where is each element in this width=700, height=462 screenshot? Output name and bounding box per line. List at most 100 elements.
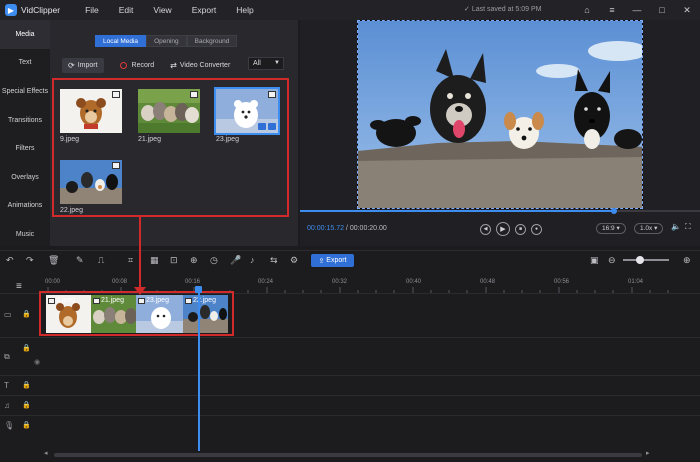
convert-icon: ⇄ bbox=[170, 60, 177, 70]
ruler-label: 00:56 bbox=[554, 279, 570, 285]
media-item[interactable]: 21.jpeg bbox=[138, 89, 200, 143]
crop-icon[interactable]: ⌗ bbox=[128, 255, 133, 266]
aspect-ratio-select[interactable]: 16:9 ▾ bbox=[596, 223, 626, 234]
ruler-label: 00:40 bbox=[406, 279, 422, 285]
volume-icon[interactable]: 🔈 bbox=[671, 222, 681, 231]
menu-export[interactable]: Export bbox=[192, 5, 217, 15]
play-icon[interactable]: ▶ bbox=[496, 222, 510, 236]
delete-icon[interactable]: 🗑 bbox=[48, 255, 59, 266]
import-icon: ⟳ bbox=[68, 60, 75, 70]
duration-icon[interactable]: ◷ bbox=[210, 255, 218, 266]
nav-music[interactable]: Music bbox=[0, 220, 50, 249]
visibility-icon[interactable]: ◉ bbox=[34, 358, 40, 366]
media-panel: Local Media Opening Background ⟳ Import … bbox=[50, 20, 298, 246]
audio-icon[interactable]: ♪ bbox=[250, 255, 255, 265]
nav-text[interactable]: Text bbox=[0, 49, 50, 78]
menu-icon[interactable]: ≡ bbox=[605, 3, 619, 17]
import-button[interactable]: ⟳ Import bbox=[62, 57, 104, 73]
nav-special-effects[interactable]: Special Effects bbox=[0, 77, 50, 106]
current-time: 00:00:15.72 bbox=[307, 225, 344, 232]
timeline-horizontal-scrollbar[interactable] bbox=[54, 453, 642, 457]
music-track: ♫ 🔒 bbox=[0, 395, 700, 415]
settings-icon[interactable]: ⚙ bbox=[290, 255, 298, 266]
timeline-zoom-handle[interactable] bbox=[636, 256, 644, 264]
tab-opening[interactable]: Opening bbox=[146, 35, 187, 47]
next-frame-icon[interactable]: ● bbox=[531, 223, 542, 235]
ruler-label: 00:00 bbox=[45, 279, 61, 285]
video-converter-button[interactable]: ⇄ Video Converter bbox=[170, 61, 230, 70]
media-item[interactable]: 22.jpeg bbox=[60, 160, 122, 214]
mosaic-icon[interactable]: ▦ bbox=[150, 255, 159, 266]
scroll-left-icon[interactable]: ◂ bbox=[44, 449, 48, 457]
app-logo-icon: ▶ bbox=[5, 4, 17, 16]
media-item[interactable]: 9.jpeg bbox=[60, 89, 122, 143]
minimize-icon[interactable]: — bbox=[630, 3, 644, 17]
preview-panel: 00:00:15.72 / 00:00:20.00 ◀ ▶ ■ ● 16:9 ▾… bbox=[300, 20, 700, 246]
playback-time: 00:00:15.72 / 00:00:20.00 bbox=[307, 225, 387, 232]
playback-controls: ◀ ▶ ■ ● bbox=[480, 222, 547, 236]
tab-local-media[interactable]: Local Media bbox=[95, 35, 147, 47]
menu-edit[interactable]: Edit bbox=[119, 5, 134, 15]
chevron-down-icon: ▾ bbox=[654, 225, 658, 232]
ruler-label: 01:04 bbox=[628, 279, 644, 285]
close-icon[interactable]: ✕ bbox=[680, 3, 694, 17]
lock-icon[interactable]: 🔒 bbox=[22, 310, 31, 318]
media-item-name: 22.jpeg bbox=[60, 207, 83, 214]
playback-progress-fill bbox=[300, 210, 615, 212]
media-filter-select[interactable]: All ▼ bbox=[248, 57, 284, 70]
microphone-icon[interactable]: 🎤 bbox=[230, 255, 241, 266]
preview-canvas[interactable] bbox=[357, 20, 643, 209]
lock-icon[interactable]: 🔒 bbox=[22, 344, 31, 352]
playhead-handle[interactable] bbox=[195, 286, 202, 293]
image-type-icon bbox=[112, 91, 120, 98]
maximize-icon[interactable]: □ bbox=[655, 3, 669, 17]
record-button[interactable]: Record bbox=[119, 61, 154, 69]
previous-frame-icon[interactable]: ◀ bbox=[480, 223, 491, 235]
app-title: VidClipper bbox=[21, 5, 61, 15]
nav-animations[interactable]: Animations bbox=[0, 192, 50, 221]
menu-file[interactable]: File bbox=[85, 5, 99, 15]
overlay-track-icon: ⧉ bbox=[4, 352, 10, 361]
zoom-out-icon[interactable]: ⊖ bbox=[608, 255, 616, 266]
undo-icon[interactable]: ↶ bbox=[6, 255, 14, 266]
nav-overlays[interactable]: Overlays bbox=[0, 163, 50, 192]
fullscreen-icon[interactable]: ⛶ bbox=[685, 222, 691, 232]
playback-progress-bar[interactable] bbox=[300, 208, 700, 214]
image-type-icon bbox=[190, 91, 198, 98]
nav-transitions[interactable]: Transitions bbox=[0, 106, 50, 135]
redo-icon[interactable]: ↷ bbox=[26, 255, 34, 266]
chevron-down-icon: ▼ bbox=[274, 60, 280, 66]
menu-view[interactable]: View bbox=[153, 5, 171, 15]
timeline-toolbar: ↶ ↷ 🗑 ✎ ⎍ ⌗ ▦ ⊡ ⊕ ◷ 🎤 ♪ ⇆ ⚙ ⇪ Export ▣ ⊖… bbox=[0, 250, 700, 270]
nav-filters[interactable]: Filters bbox=[0, 134, 50, 163]
lock-icon[interactable]: 🔒 bbox=[22, 381, 31, 389]
video-track-icon: ▭ bbox=[4, 310, 12, 319]
zoom-in-icon[interactable]: ⊕ bbox=[683, 255, 691, 266]
tab-background[interactable]: Background bbox=[186, 35, 238, 47]
split-icon[interactable]: ⎍ bbox=[98, 255, 104, 266]
ruler-label: 00:32 bbox=[332, 279, 348, 285]
stop-icon[interactable]: ■ bbox=[515, 223, 526, 235]
nav-media[interactable]: Media bbox=[0, 20, 50, 49]
ruler-label: 00:16 bbox=[185, 279, 201, 285]
media-item-selected[interactable]: 23.jpeg bbox=[214, 87, 280, 143]
export-button[interactable]: ⇪ Export bbox=[311, 254, 354, 267]
snapshot-icon[interactable]: ▣ bbox=[590, 255, 599, 266]
speed-select[interactable]: 1.0x ▾ bbox=[634, 223, 664, 234]
timeline-playhead[interactable] bbox=[198, 286, 200, 451]
export-icon: ⇪ bbox=[318, 257, 327, 265]
lock-icon[interactable]: 🔒 bbox=[22, 421, 31, 429]
scroll-right-icon[interactable]: ▸ bbox=[646, 449, 650, 457]
zoom-icon[interactable]: ⊕ bbox=[190, 255, 198, 266]
timeline-zoom-slider[interactable] bbox=[623, 259, 669, 261]
home-icon[interactable]: ⌂ bbox=[580, 3, 594, 17]
playback-progress-handle[interactable] bbox=[611, 208, 618, 214]
freeze-frame-icon[interactable]: ⊡ bbox=[170, 255, 178, 266]
media-item-name: 23.jpeg bbox=[216, 136, 239, 143]
menu-help[interactable]: Help bbox=[236, 5, 253, 15]
left-nav: Media Text Special Effects Transitions F… bbox=[0, 20, 50, 246]
reverse-icon[interactable]: ⇆ bbox=[270, 255, 278, 266]
lock-icon[interactable]: 🔒 bbox=[22, 401, 31, 409]
edit-icon[interactable]: ✎ bbox=[76, 255, 84, 266]
annotation-arrow bbox=[139, 217, 141, 289]
